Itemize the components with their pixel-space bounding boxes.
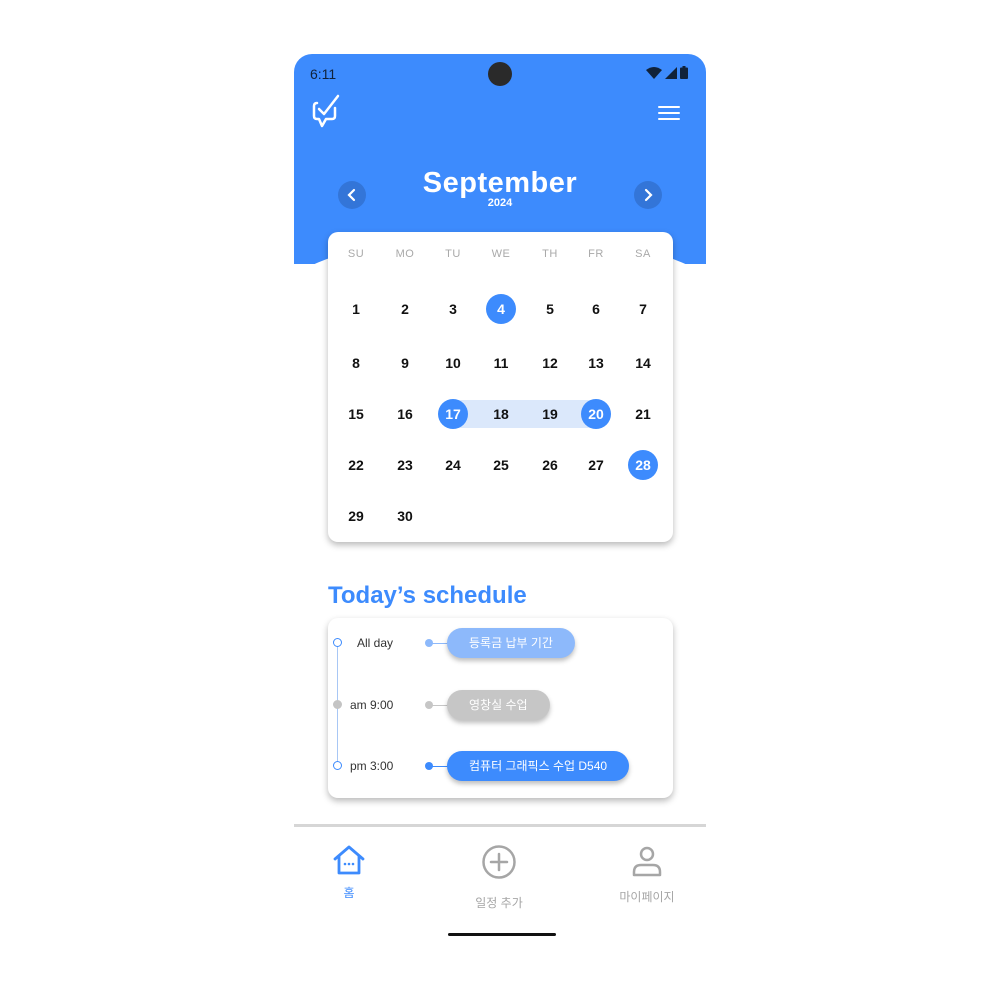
- schedule-card: All day 등록금 납부 기간 am 9:00 영창실 수업 pm 3:00 컴퓨터 …: [328, 618, 673, 798]
- calendar-day[interactable]: 5: [535, 294, 565, 324]
- calendar-day[interactable]: 30: [390, 501, 420, 531]
- calendar-day[interactable]: 6: [581, 294, 611, 324]
- calendar-card: SU MO TU WE TH FR SA 1 2 3 4 5 6 7 8 9 10 11 12 13 14 15 16 17 1…: [328, 232, 673, 542]
- weekday-header: SU: [347, 248, 365, 260]
- calendar-day[interactable]: 2: [390, 294, 420, 324]
- camera-cutout: [488, 62, 512, 86]
- schedule-title: Today’s schedule: [328, 582, 527, 609]
- tab-mypage-label: 마이페이지: [619, 890, 675, 904]
- calendar-day[interactable]: 17: [438, 399, 468, 429]
- weekday-header: TU: [445, 248, 461, 260]
- person-icon: [632, 846, 662, 877]
- timeline-dot: [333, 761, 342, 770]
- calendar-day[interactable]: 14: [628, 348, 658, 378]
- weekday-header: MO: [395, 248, 415, 260]
- weekday-header: SA: [635, 248, 651, 260]
- home-icon: [333, 845, 365, 875]
- timeline-dot: [333, 700, 342, 709]
- wifi-icon: [646, 66, 662, 79]
- calendar-day[interactable]: 26: [535, 450, 565, 480]
- status-icons: [646, 66, 688, 79]
- chevron-right-icon: [644, 188, 653, 202]
- selected-range-bar: [453, 400, 596, 428]
- calendar-day[interactable]: 18: [486, 399, 516, 429]
- tab-home-label: 홈: [343, 886, 355, 900]
- calendar-day[interactable]: 22: [341, 450, 371, 480]
- schedule-event-pill[interactable]: 등록금 납부 기간: [447, 628, 575, 658]
- app-logo-icon: [312, 94, 340, 128]
- next-month-button[interactable]: [634, 181, 662, 209]
- weekday-header: WE: [491, 248, 511, 260]
- tab-mypage[interactable]: 마이페이지: [592, 844, 702, 905]
- connector-line: [429, 705, 449, 706]
- battery-icon: [680, 66, 688, 79]
- tab-bar-divider: [294, 824, 706, 827]
- add-circle-icon: [482, 845, 516, 879]
- weekday-header: TH: [542, 248, 558, 260]
- signal-icon: [665, 66, 677, 79]
- calendar-day[interactable]: 16: [390, 399, 420, 429]
- calendar-day[interactable]: 8: [341, 348, 371, 378]
- calendar-day[interactable]: 28: [628, 450, 658, 480]
- schedule-time: pm 3:00: [350, 759, 394, 773]
- calendar-day[interactable]: 9: [390, 348, 420, 378]
- calendar-day[interactable]: 12: [535, 348, 565, 378]
- weekday-header: FR: [588, 248, 604, 260]
- tab-add-schedule-label: 일정 추가: [475, 896, 523, 910]
- tab-add-schedule[interactable]: 일정 추가: [444, 844, 554, 911]
- calendar-day[interactable]: 11: [486, 348, 516, 378]
- schedule-time: am 9:00: [350, 698, 394, 712]
- schedule-event-pill[interactable]: 영창실 수업: [447, 690, 550, 720]
- timeline-dot: [333, 638, 342, 647]
- tab-home[interactable]: 홈: [294, 844, 404, 901]
- calendar-day[interactable]: 7: [628, 294, 658, 324]
- calendar-day[interactable]: 4: [486, 294, 516, 324]
- connector-line: [429, 766, 449, 767]
- calendar-day[interactable]: 20: [581, 399, 611, 429]
- status-time: 6:11: [310, 66, 337, 82]
- calendar-day[interactable]: 3: [438, 294, 468, 324]
- home-indicator: [448, 933, 556, 936]
- calendar-day[interactable]: 29: [341, 501, 371, 531]
- menu-icon[interactable]: [658, 106, 680, 122]
- connector-line: [429, 643, 449, 644]
- calendar-day[interactable]: 24: [438, 450, 468, 480]
- schedule-time: All day: [357, 636, 394, 650]
- schedule-event-pill[interactable]: 컴퓨터 그래픽스 수업 D540: [447, 751, 630, 781]
- calendar-day[interactable]: 25: [486, 450, 516, 480]
- calendar-day[interactable]: 15: [341, 399, 371, 429]
- calendar-day[interactable]: 21: [628, 399, 658, 429]
- calendar-day[interactable]: 10: [438, 348, 468, 378]
- calendar-day[interactable]: 13: [581, 348, 611, 378]
- calendar-day[interactable]: 27: [581, 450, 611, 480]
- phone-screen: 6:11 September 2024 SU MO TU WE TH FR SA 1 2 3 4 5 6…: [294, 54, 706, 946]
- calendar-day[interactable]: 19: [535, 399, 565, 429]
- calendar-day[interactable]: 23: [390, 450, 420, 480]
- calendar-day[interactable]: 1: [341, 294, 371, 324]
